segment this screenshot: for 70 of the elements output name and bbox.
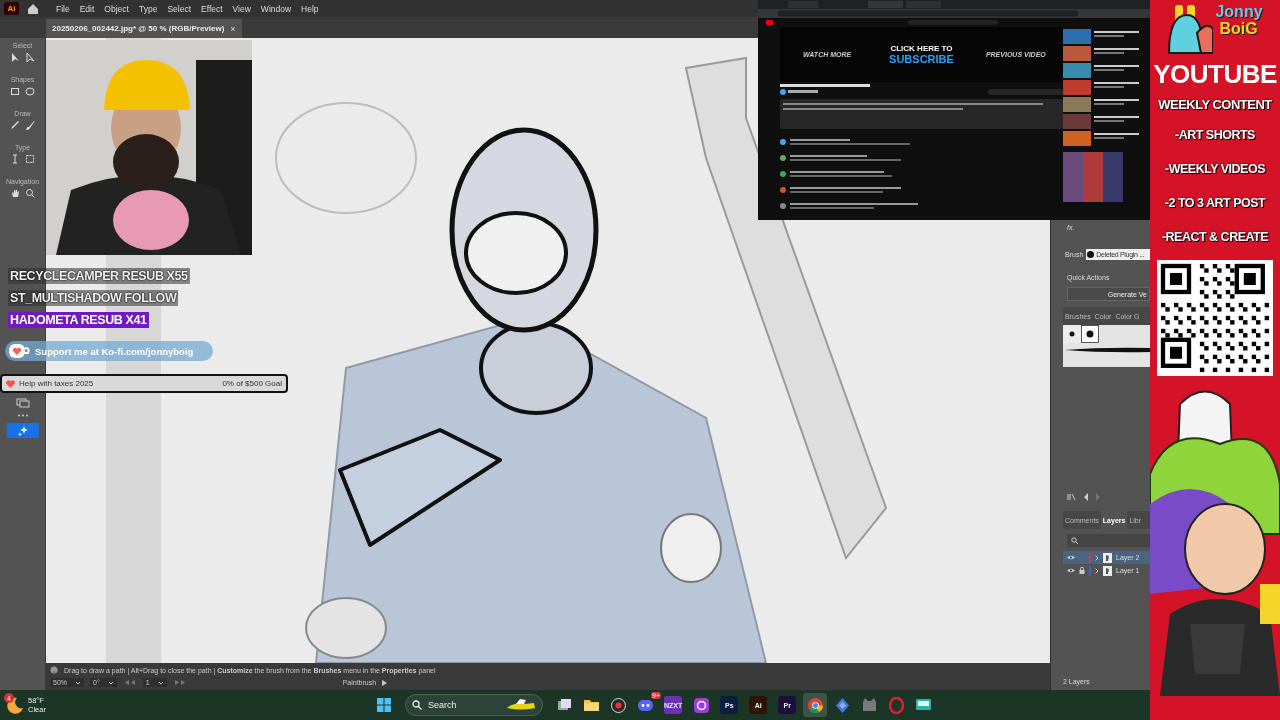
layer-thumbnail-icon (1103, 552, 1112, 563)
banner-line: -WEEKLY VIDEOS (1165, 161, 1265, 178)
qr-code-icon (1157, 260, 1273, 376)
caret-icon (75, 680, 81, 685)
heart-icon (6, 379, 15, 388)
menu-item[interactable]: Select (162, 3, 196, 14)
ring-icon (887, 696, 905, 714)
banner-line: WEEKLY CONTENT (1158, 95, 1272, 114)
menu-item[interactable]: Effect (196, 3, 228, 14)
menu-item[interactable]: Edit (74, 3, 100, 14)
search-field[interactable] (1067, 534, 1150, 547)
ellipse-icon[interactable] (25, 86, 35, 97)
diamond-icon (833, 696, 851, 714)
banner-line: -REACT & CREATE (1161, 229, 1269, 246)
brush-swatch[interactable] (1063, 325, 1081, 343)
hand-icon[interactable] (10, 188, 20, 199)
caret-icon (157, 680, 164, 685)
taskbar-button[interactable] (803, 693, 828, 717)
help-icon[interactable] (50, 666, 58, 674)
menu-item[interactable]: Window (255, 3, 297, 14)
menu-item[interactable]: View (227, 3, 256, 14)
search-icon (1071, 537, 1078, 544)
play-icon[interactable] (382, 679, 388, 686)
logo-text: BoiG (1219, 20, 1259, 37)
previous-icon[interactable] (1083, 493, 1089, 501)
brush-dot-icon (1068, 330, 1076, 338)
menu-item[interactable]: Object (99, 3, 134, 14)
windows-icon (377, 698, 391, 712)
generative-button[interactable] (6, 423, 39, 438)
brush-swatch[interactable] (1081, 325, 1099, 343)
text-cursor-icon[interactable] (10, 154, 20, 165)
mascot-logo (1167, 3, 1214, 55)
ring-icon (692, 696, 710, 714)
previous-arrows-icon[interactable] (122, 680, 137, 685)
menu-item[interactable]: File (51, 3, 75, 14)
layer-thumbnail-icon (1103, 565, 1112, 576)
pencil-icon[interactable] (10, 120, 20, 131)
close-button[interactable]: × (230, 23, 236, 34)
logo-text: Jonny (1215, 3, 1263, 20)
zoom-icon[interactable] (25, 188, 35, 199)
menu-item[interactable]: Type (133, 3, 163, 14)
next-arrows-icon[interactable] (172, 680, 187, 685)
document-tab[interactable]: 20250206_002442.jpg* @ 50 % (RGB/Preview) × (46, 19, 242, 38)
banner-line: -ART SHORTS (1175, 127, 1255, 144)
rectangle-icon[interactable] (10, 86, 20, 97)
browser-icon (806, 696, 824, 714)
record-icon (609, 696, 627, 714)
caret-icon (107, 680, 114, 685)
cup-icon (8, 343, 30, 359)
selection-arrow-icon[interactable] (10, 52, 20, 63)
library-icon[interactable] (1067, 493, 1077, 501)
cat-icon (860, 696, 878, 714)
direct-select-arrow-icon[interactable] (25, 52, 35, 63)
app-logo: Ai (4, 2, 19, 15)
vehicle-icon (506, 698, 536, 712)
banner-title: YOUTUBE (1153, 58, 1277, 90)
menu-item[interactable]: Help (296, 3, 324, 14)
search-button[interactable]: Search (405, 694, 543, 716)
more-icon[interactable] (16, 414, 29, 417)
brush-dot-icon (1087, 251, 1095, 258)
brush-dot-icon (1086, 330, 1094, 338)
banner-line: -2 TO 3 ART POST (1164, 195, 1266, 212)
home-icon[interactable] (27, 3, 39, 14)
lock-icon[interactable] (1079, 567, 1085, 574)
eye-icon[interactable] (1067, 555, 1075, 560)
search-icon (412, 700, 422, 710)
brush-icon[interactable] (25, 120, 35, 131)
sparkle-icon (17, 425, 28, 436)
eye-icon[interactable] (1067, 568, 1075, 573)
screen-mode-icon[interactable] (15, 398, 30, 408)
